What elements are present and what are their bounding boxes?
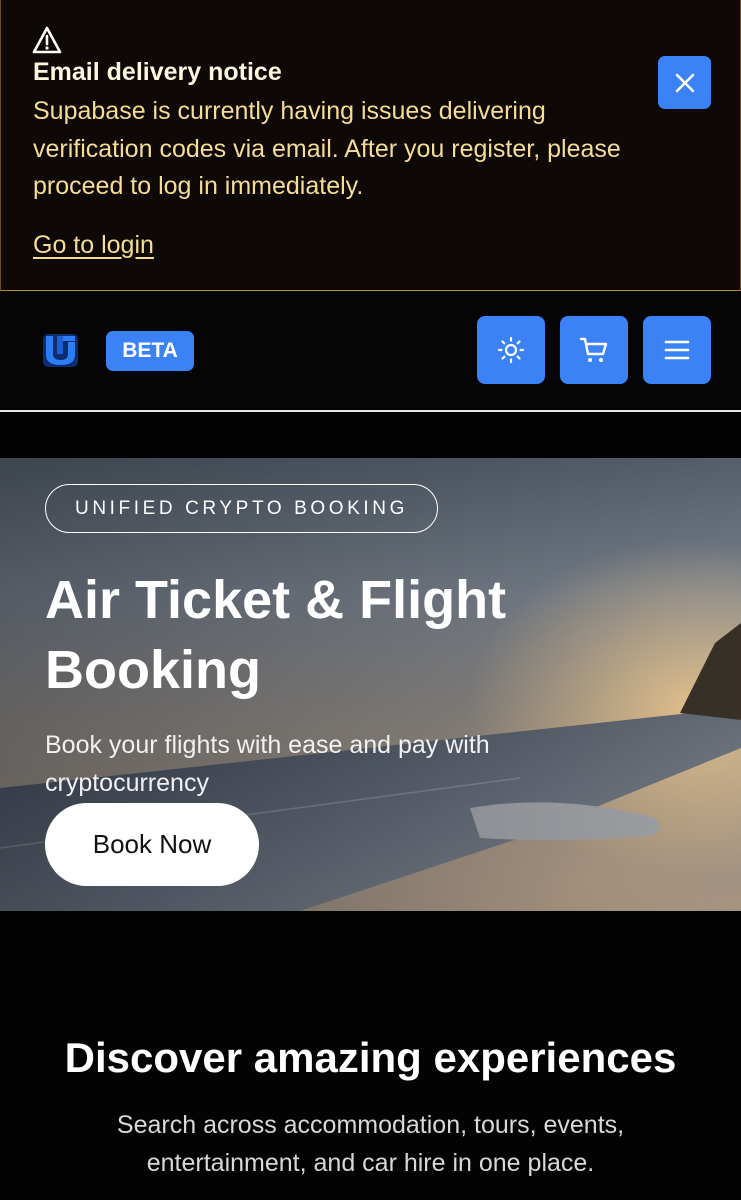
beta-badge: BETA (106, 331, 194, 371)
menu-button[interactable] (643, 316, 711, 384)
theme-toggle-button[interactable] (477, 316, 545, 384)
brand-logo[interactable] (43, 334, 78, 367)
sun-icon (497, 336, 525, 364)
discover-title: Discover amazing experiences (64, 1034, 677, 1081)
hero-subtitle: Book your flights with ease and pay with… (45, 731, 490, 797)
hero-title: Air Ticket & Flight Booking (45, 570, 507, 700)
warning-triangle-icon (32, 26, 62, 54)
hero-section: UNIFIED CRYPTO BOOKING Air Ticket & Flig… (0, 458, 741, 911)
close-notice-button[interactable] (658, 56, 711, 109)
notice-title: Email delivery notice (33, 58, 282, 86)
go-to-login-link[interactable]: Go to login (33, 231, 154, 260)
close-icon (675, 73, 694, 92)
book-now-button[interactable]: Book Now (45, 803, 259, 886)
menu-icon (664, 340, 690, 360)
discover-subtitle: Search across accommodation, tours, even… (116, 1111, 625, 1177)
hero-tag: UNIFIED CRYPTO BOOKING (45, 484, 438, 533)
cart-icon (579, 337, 608, 362)
cart-button[interactable] (560, 316, 628, 384)
email-notice-banner: Email delivery notice Supabase is curren… (0, 0, 741, 291)
notice-body: Supabase is currently having issues deli… (33, 97, 621, 200)
site-header: BETA (0, 291, 741, 412)
